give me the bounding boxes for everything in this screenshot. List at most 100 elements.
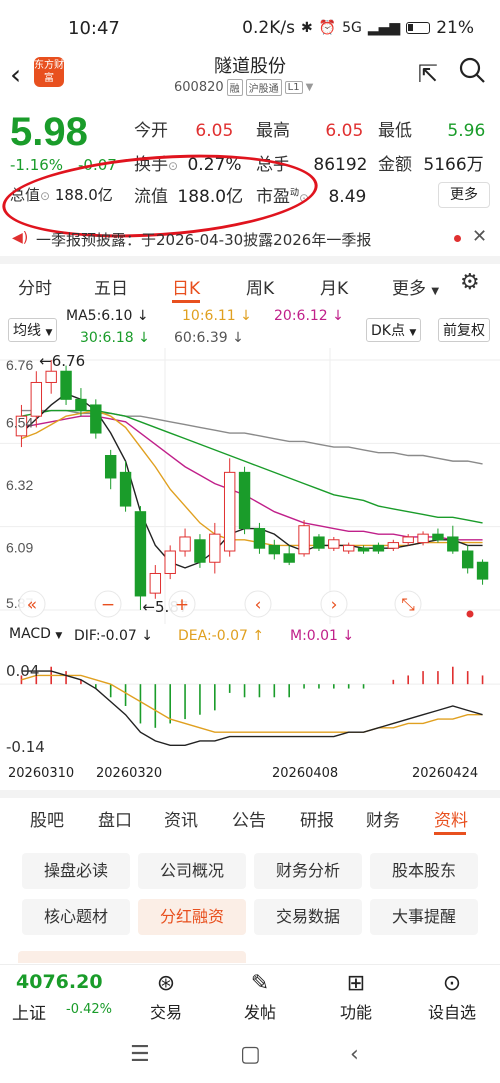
- tab-forum[interactable]: 股吧: [30, 806, 64, 831]
- candle: [104, 449, 117, 490]
- tab-profile[interactable]: 资料: [434, 806, 468, 831]
- home-icon[interactable]: ▢: [240, 1042, 261, 1067]
- adjust-select[interactable]: 前复权: [438, 318, 490, 342]
- divider: [0, 790, 500, 798]
- search-icon[interactable]: [458, 56, 486, 84]
- candle-body: [45, 370, 57, 383]
- candle-body: [328, 539, 340, 549]
- candle-body: [402, 536, 414, 544]
- chip-shareholders[interactable]: 股本股东: [370, 853, 478, 889]
- dk-point-select[interactable]: DK点 ▼: [366, 318, 422, 342]
- connect-tag: 沪股通: [245, 79, 282, 96]
- chip-trading-guide[interactable]: 操盘必读: [22, 853, 130, 889]
- live-dot: [466, 610, 474, 618]
- chevron-down-icon[interactable]: ▼: [306, 82, 314, 93]
- macd-m: M:0.01 ↓: [290, 628, 355, 644]
- high-label: 最高: [256, 121, 290, 141]
- chevron-down-icon: ▼: [55, 631, 63, 641]
- battery-icon: [406, 22, 431, 34]
- status-bar: 10:47 0.2K/s ✱ ⏰ 5G ▂▄▆ 21%: [0, 0, 500, 52]
- prev-icon[interactable]: ‹: [244, 590, 272, 618]
- volume-row: 总手 86192: [256, 150, 368, 175]
- index-change: -0.42%: [66, 1002, 112, 1017]
- chip-trade-data[interactable]: 交易数据: [254, 899, 362, 935]
- macd-tick-bottom: -0.14: [6, 738, 45, 756]
- tab-research[interactable]: 研报: [300, 806, 334, 831]
- candle: [253, 522, 266, 554]
- tab-five-day[interactable]: 五日: [94, 274, 128, 299]
- share-icon[interactable]: ⇱: [418, 60, 438, 88]
- mcap-value: 188.0亿: [54, 186, 113, 204]
- chip-events[interactable]: 大事提醒: [370, 899, 478, 935]
- mcap-label: 总值: [10, 186, 41, 204]
- tab-finance[interactable]: 财务: [366, 806, 400, 831]
- candle: [119, 461, 132, 512]
- indicator-select[interactable]: 均线 ▼: [8, 318, 58, 342]
- signal-icon: ▂▄▆: [367, 20, 401, 36]
- candle: [372, 542, 385, 554]
- unread-dot: [454, 235, 461, 242]
- macd-chart[interactable]: 0.04 -0.14: [0, 650, 500, 762]
- candle-body: [417, 533, 429, 544]
- trade-label: 交易: [149, 1003, 182, 1022]
- ma20-value: 20:6.12 ↓: [274, 308, 344, 324]
- announcement-text: 一季报预披露：于2026-04-30披露2026年一季报: [36, 231, 372, 249]
- tab-daily-k[interactable]: 日K: [172, 274, 200, 299]
- candle-body: [238, 471, 251, 530]
- apps-button[interactable]: ⊞ 功能: [326, 969, 386, 1023]
- tab-weekly-k[interactable]: 周K: [246, 274, 274, 299]
- candle: [75, 388, 87, 417]
- candle: [447, 525, 459, 554]
- more-button[interactable]: 更多: [438, 182, 490, 208]
- candle: [194, 534, 206, 568]
- candle-body: [75, 398, 87, 412]
- candle-body: [461, 550, 474, 569]
- float-row: 流值 188.0亿: [134, 182, 243, 207]
- chevron-down-icon: ▼: [409, 328, 417, 338]
- candle-body: [387, 542, 400, 549]
- zoom-in-icon[interactable]: +: [168, 590, 196, 618]
- add-watchlist-button[interactable]: ⊙ 设自选: [422, 969, 482, 1023]
- candle: [238, 466, 251, 535]
- scroll-left-icon[interactable]: «: [18, 590, 46, 618]
- chip-dividends[interactable]: 分红融资: [138, 899, 246, 935]
- active-tab-indicator: [172, 300, 200, 303]
- gear-icon[interactable]: ⚙: [460, 270, 480, 295]
- tab-more[interactable]: 更多 ▼: [392, 274, 439, 299]
- stock-code: 600820: [174, 80, 224, 95]
- tab-news[interactable]: 资讯: [164, 806, 198, 831]
- content-tabs: 股吧 盘口 资讯 公告 研报 财务 资料: [0, 800, 500, 836]
- k-line-chart[interactable]: 6.766.546.326.095.87←6.76←5.87«−+‹›⤡: [0, 348, 500, 624]
- net-speed: 0.2K/s: [242, 18, 295, 38]
- open-value: 6.05: [195, 121, 234, 141]
- macd-select[interactable]: MACD ▼: [6, 626, 66, 642]
- tab-intraday[interactable]: 分时: [18, 274, 52, 299]
- candle-body: [179, 536, 191, 552]
- chip-financial-analysis[interactable]: 财务分析: [254, 853, 362, 889]
- back-nav-icon[interactable]: ‹: [350, 1042, 359, 1067]
- candle-body: [60, 370, 72, 400]
- zoom-out-icon[interactable]: −: [94, 590, 122, 618]
- y-tick-label: 6.09: [6, 540, 33, 556]
- post-button[interactable]: ✎ 发帖: [230, 969, 290, 1023]
- control-glyph: +: [175, 595, 189, 615]
- trade-button[interactable]: ⊛ 交易: [136, 969, 196, 1023]
- tab-monthly-k[interactable]: 月K: [320, 274, 348, 299]
- divider: [0, 256, 500, 264]
- low-value: 5.96: [447, 121, 486, 141]
- tab-announcements[interactable]: 公告: [232, 806, 266, 831]
- menu-icon[interactable]: ☰: [130, 1042, 150, 1067]
- fullscreen-icon[interactable]: ⤡: [394, 590, 422, 618]
- next-icon[interactable]: ›: [320, 590, 348, 618]
- chip-company-overview[interactable]: 公司概况: [138, 853, 246, 889]
- chip-core-themes[interactable]: 核心题材: [22, 899, 130, 935]
- tab-orderbook[interactable]: 盘口: [98, 806, 132, 831]
- macd-dif: DIF:-0.07 ↓: [74, 628, 153, 644]
- candle-body: [104, 455, 117, 479]
- close-icon[interactable]: ✕: [472, 226, 487, 247]
- candle: [357, 545, 370, 554]
- announcement-bar[interactable]: ◀) 一季报预披露：于2026-04-30披露2026年一季报 ✕: [0, 222, 500, 256]
- chart-period-tabs: 分时 五日 日K 周K 月K 更多 ▼ ⚙: [0, 266, 500, 306]
- candle-body: [432, 533, 444, 541]
- high-row: 最高 6.05: [256, 116, 363, 141]
